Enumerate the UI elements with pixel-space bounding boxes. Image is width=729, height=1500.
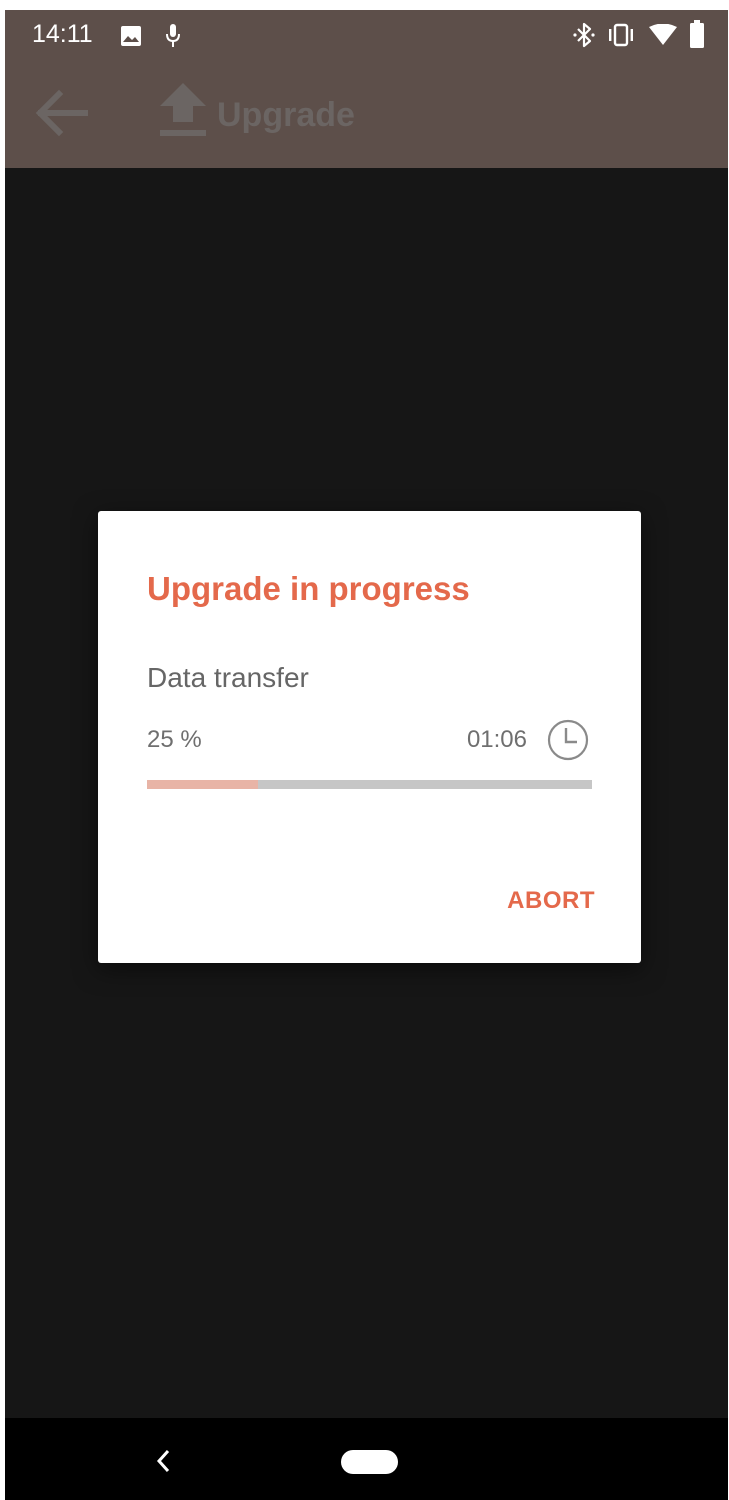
navigation-bar: [5, 1418, 728, 1500]
progress-bar-fill: [147, 780, 259, 789]
wifi-icon: [649, 24, 677, 45]
mic-icon: [166, 24, 180, 47]
status-time: 14:11: [32, 20, 93, 48]
progress-bar: [147, 780, 592, 789]
upgrade-dialog: Upgrade in progress Data transfer 25 % 0…: [98, 511, 641, 963]
clock-icon: [547, 719, 589, 761]
status-bar: 14:11: [5, 10, 728, 58]
battery-icon: [690, 20, 704, 48]
nav-back-icon[interactable]: [153, 1448, 175, 1474]
dialog-subtitle: Data transfer: [147, 662, 309, 693]
time-remaining: 01:06: [466, 726, 527, 753]
dialog-title: Upgrade in progress: [147, 570, 470, 607]
progress-percent: 25 %: [147, 726, 202, 753]
app-title: Upgrade: [217, 96, 355, 134]
home-pill-icon[interactable]: [341, 1450, 398, 1474]
image-icon: [121, 26, 141, 46]
arrow-back-icon[interactable]: [33, 88, 89, 138]
vibrate-icon: [609, 23, 633, 47]
phone-screen: 14:11 Upgrade Upgrade in progress Data t…: [5, 10, 728, 1500]
app-bar: Upgrade: [5, 58, 728, 168]
bluetooth-icon: [573, 22, 595, 48]
top-bar: 14:11 Upgrade: [5, 10, 728, 168]
abort-button[interactable]: ABORT: [507, 881, 595, 921]
upload-icon: [160, 83, 206, 136]
